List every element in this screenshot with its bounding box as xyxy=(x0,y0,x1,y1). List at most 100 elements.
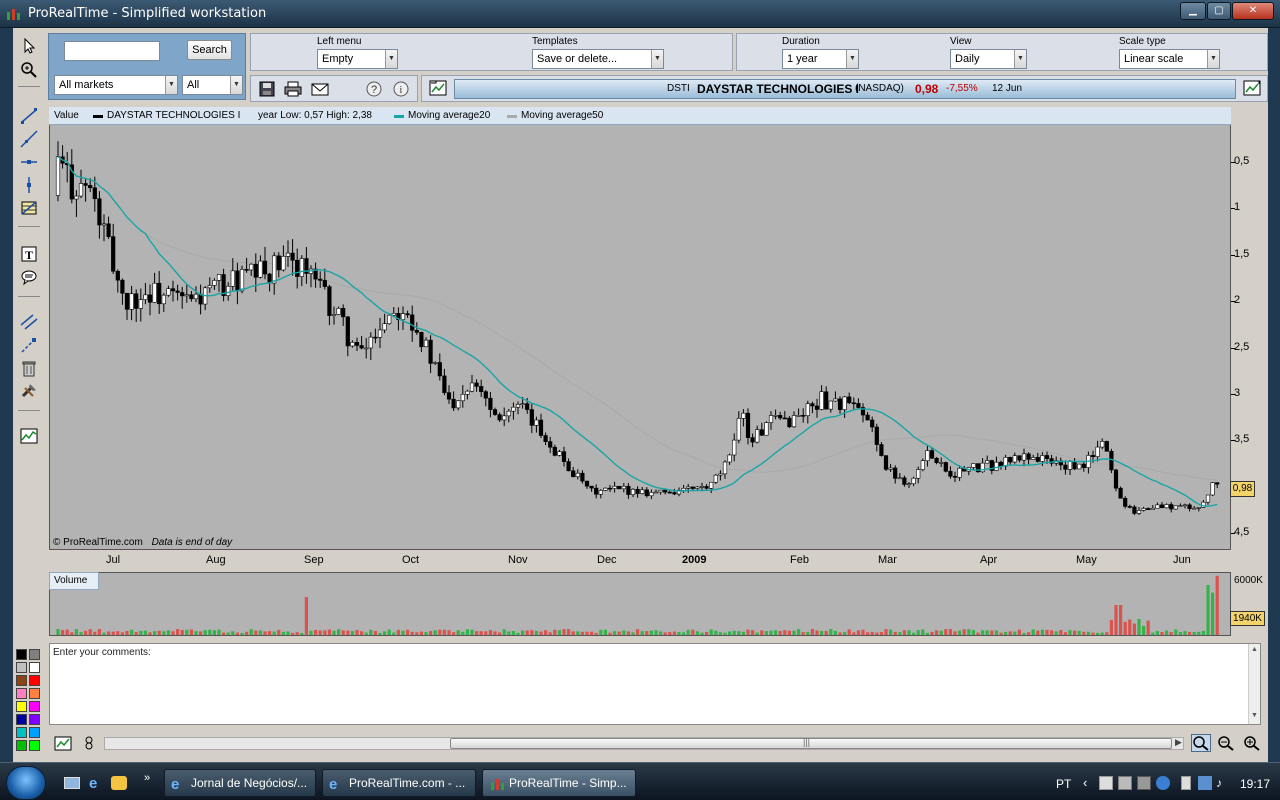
color-swatch[interactable] xyxy=(16,740,27,751)
color-swatch[interactable] xyxy=(29,662,40,673)
color-swatch[interactable] xyxy=(16,701,27,712)
color-swatch[interactable] xyxy=(29,649,40,660)
minimize-button[interactable]: ▁ xyxy=(1180,2,1206,20)
search-input[interactable] xyxy=(64,41,160,61)
time-scrollbar[interactable]: ||| xyxy=(104,737,1184,750)
comments-box[interactable]: Enter your comments: xyxy=(49,643,1261,725)
horizontal-line-icon[interactable] xyxy=(18,152,40,172)
price-chart[interactable] xyxy=(49,107,1231,550)
tray-security-icon[interactable] xyxy=(1181,776,1191,790)
y-tick-label: 3,5 xyxy=(1234,433,1250,446)
color-swatch[interactable] xyxy=(16,649,27,660)
volume-bar xyxy=(1040,629,1044,635)
color-swatch[interactable] xyxy=(16,675,27,686)
taskbar-item-prorealtime-web[interactable]: e ProRealTime.com - ... xyxy=(322,769,476,797)
volume-bar xyxy=(222,632,226,635)
type-select[interactable]: All ▼ xyxy=(182,75,243,95)
color-swatch[interactable] xyxy=(16,727,27,738)
indicator-icon[interactable] xyxy=(79,734,99,752)
left-menu-value: Empty xyxy=(322,53,354,65)
tray-monitor-icon[interactable] xyxy=(1198,776,1212,790)
tray-globe-icon[interactable] xyxy=(1156,776,1170,790)
chart-settings-icon[interactable] xyxy=(53,734,73,752)
comment-tool-icon[interactable] xyxy=(18,267,40,287)
color-swatch[interactable] xyxy=(29,688,40,699)
price-candle xyxy=(1173,505,1178,510)
ray-tool-icon[interactable] xyxy=(18,129,40,149)
duration-select[interactable]: 1 year ▼ xyxy=(782,49,859,69)
time-scrollbar-thumb[interactable]: ||| xyxy=(450,737,1172,749)
volume-bar xyxy=(668,632,672,635)
tray-network-icon[interactable] xyxy=(1137,776,1151,790)
taskbar-item-jornal[interactable]: e Jornal de Negócios/... xyxy=(164,769,316,797)
scale-type-select[interactable]: Linear scale ▼ xyxy=(1119,49,1220,69)
save-icon[interactable] xyxy=(257,80,277,98)
scroll-up-icon[interactable]: ▲ xyxy=(1251,646,1258,653)
market-select[interactable]: All markets ▼ xyxy=(54,75,178,95)
left-menu-select[interactable]: Empty ▼ xyxy=(317,49,398,69)
volume-label[interactable]: Volume xyxy=(49,572,99,590)
more-quicklaunch-icon[interactable]: » xyxy=(144,772,150,784)
scroll-right-icon[interactable]: ▶ xyxy=(1175,737,1182,748)
info-icon[interactable]: i xyxy=(391,80,411,98)
close-button[interactable]: ✕ xyxy=(1232,2,1274,20)
search-button[interactable]: Search xyxy=(187,40,232,60)
print-icon[interactable] xyxy=(283,80,303,98)
trash-icon[interactable] xyxy=(18,358,40,378)
start-button[interactable] xyxy=(6,766,46,800)
price-candle xyxy=(331,306,337,325)
channel-tool-icon[interactable] xyxy=(18,312,40,332)
taskbar-item-prorealtime-app[interactable]: ProRealTime - Simp... xyxy=(482,769,636,797)
previous-stock-icon[interactable] xyxy=(428,79,448,97)
color-swatch[interactable] xyxy=(29,675,40,686)
volume-bar xyxy=(1050,630,1054,635)
clock[interactable]: 19:17 xyxy=(1240,777,1270,791)
legend-ma50: Moving average50 xyxy=(521,110,604,121)
color-swatch[interactable] xyxy=(29,701,40,712)
zoom-in-icon[interactable] xyxy=(1242,734,1262,752)
color-swatch[interactable] xyxy=(16,688,27,699)
text-tool-icon[interactable]: T xyxy=(18,244,40,264)
view-select[interactable]: Daily ▼ xyxy=(950,49,1027,69)
comments-scrollbar[interactable]: ▲ ▼ xyxy=(1248,644,1260,724)
zoom-out-icon[interactable] xyxy=(1216,734,1236,752)
fibonacci-icon[interactable] xyxy=(18,198,40,218)
maximize-button[interactable]: ▢ xyxy=(1207,2,1231,20)
price-candle xyxy=(1072,458,1077,471)
tray-device-icon[interactable] xyxy=(1118,776,1132,790)
indicator-chart-icon[interactable] xyxy=(18,426,40,446)
email-icon[interactable] xyxy=(310,80,330,98)
language-indicator[interactable]: PT xyxy=(1056,777,1071,791)
window-frame-left xyxy=(0,28,13,762)
volume-bar xyxy=(272,631,276,635)
next-stock-icon[interactable] xyxy=(1242,79,1262,97)
tray-volume-icon[interactable]: ♪ xyxy=(1216,776,1230,790)
pointer-icon[interactable] xyxy=(18,36,40,56)
color-swatch[interactable] xyxy=(29,714,40,725)
volume-chart[interactable] xyxy=(49,572,1231,636)
messenger-quicklaunch-icon[interactable] xyxy=(111,776,127,790)
price-candle xyxy=(175,284,180,301)
select-objects-icon[interactable] xyxy=(18,335,40,355)
taskbar: e » e Jornal de Negócios/... e ProRealTi… xyxy=(0,762,1280,800)
color-swatch[interactable] xyxy=(16,714,27,725)
zoom-tool-icon[interactable] xyxy=(18,60,40,80)
ie-quicklaunch-icon[interactable]: e xyxy=(89,775,97,792)
color-swatch[interactable] xyxy=(29,740,40,751)
color-swatch[interactable] xyxy=(29,727,40,738)
tray-app-icon[interactable] xyxy=(1099,776,1113,790)
templates-select[interactable]: Save or delete... ▼ xyxy=(532,49,664,69)
line-tool-icon[interactable] xyxy=(18,106,40,126)
tools-icon[interactable] xyxy=(18,381,40,401)
help-icon[interactable]: ? xyxy=(364,80,384,98)
ma50-line xyxy=(57,156,1218,481)
volume-bar xyxy=(990,630,994,635)
color-swatch[interactable] xyxy=(16,662,27,673)
vertical-line-icon[interactable] xyxy=(18,175,40,195)
volume-bar xyxy=(176,629,180,635)
zoom-box-icon[interactable] xyxy=(1191,734,1211,752)
show-desktop-icon[interactable] xyxy=(64,777,80,789)
scroll-down-icon[interactable]: ▼ xyxy=(1251,712,1258,719)
volume-bar xyxy=(419,631,423,635)
tray-expand-icon[interactable]: ‹ xyxy=(1083,775,1087,790)
